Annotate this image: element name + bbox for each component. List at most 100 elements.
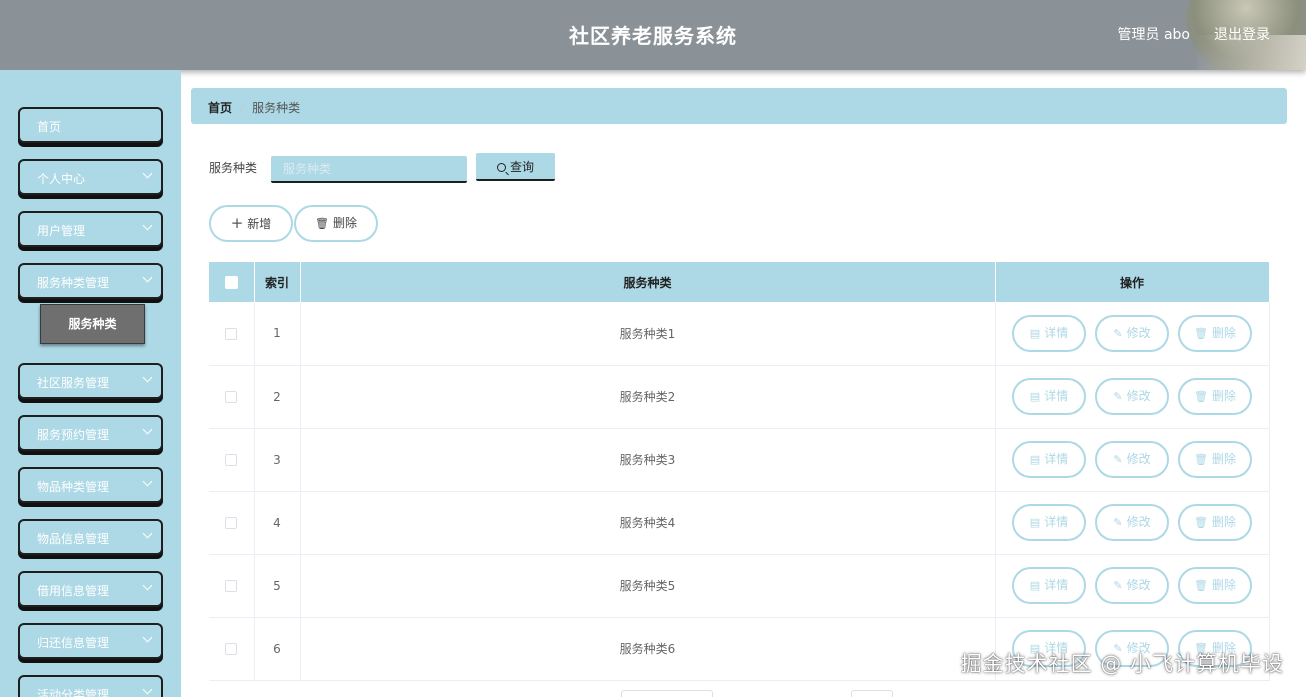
delete-label: 删除 — [1211, 389, 1236, 403]
detail-label: 详情 — [1044, 452, 1069, 466]
add-button[interactable]: + 新增 — [209, 205, 293, 242]
row-select-cell — [209, 617, 255, 681]
pencil-icon: ✎ — [1113, 516, 1123, 529]
sidebar-item-service-booking[interactable]: 服务预约管理 — [18, 415, 163, 451]
breadcrumb: 首页 / 服务种类 — [191, 88, 1287, 124]
breadcrumb-home[interactable]: 首页 — [208, 101, 232, 115]
sidebar-item-label: 借用信息管理 — [37, 584, 110, 598]
chevron-down-icon — [142, 684, 153, 695]
row-checkbox[interactable] — [225, 517, 238, 529]
search-button-label: 查询 — [509, 160, 534, 174]
sidebar-item-label: 用户管理 — [37, 224, 86, 238]
row-checkbox[interactable] — [225, 327, 238, 340]
detail-label: 详情 — [1044, 389, 1069, 403]
detail-button[interactable]: ▤ 详情 — [1012, 441, 1086, 478]
sidebar-subitem-service-type[interactable]: 服务种类 — [40, 304, 145, 344]
sidebar-item-community-service[interactable]: 社区服务管理 — [18, 363, 163, 399]
sidebar-item-borrow-info[interactable]: 借用信息管理 — [18, 571, 163, 607]
delete-row-button[interactable]: 🗑︎ 删除 — [1178, 378, 1252, 415]
row-select-cell — [209, 302, 255, 366]
watermark: 掘金技术社区 @ 小飞计算机毕设 — [960, 652, 1284, 676]
edit-button[interactable]: ✎ 修改 — [1095, 314, 1169, 352]
row-service-type: 服务种类1 — [300, 302, 996, 366]
detail-button[interactable]: ▤ 详情 — [1012, 314, 1086, 352]
select-all-checkbox[interactable] — [224, 276, 238, 289]
delete-row-button[interactable]: 🗑︎ 删除 — [1178, 567, 1252, 604]
add-button-label: 新增 — [247, 217, 272, 231]
row-checkbox[interactable] — [225, 454, 238, 466]
trash-icon: 🗑︎ — [1194, 579, 1208, 592]
row-index: 2 — [254, 365, 301, 429]
edit-label: 修改 — [1126, 515, 1151, 529]
row-select-cell — [209, 428, 255, 492]
detail-label: 详情 — [1044, 325, 1069, 340]
row-select-cell — [209, 365, 255, 429]
plus-icon: + — [230, 214, 244, 232]
table-row: 4 服务种类4 ▤ 详情 ✎ 修改 🗑︎ 删除 — [209, 491, 1270, 555]
chevron-down-icon — [142, 580, 153, 591]
sidebar-item-label: 个人中心 — [37, 172, 86, 186]
trash-icon: 🗑︎ — [1194, 453, 1208, 466]
row-checkbox[interactable] — [225, 580, 238, 592]
row-select-cell — [209, 491, 255, 555]
row-actions: ▤ 详情 ✎ 修改 🗑︎ 删除 — [995, 428, 1270, 492]
document-icon: ▤ — [1029, 579, 1041, 592]
detail-button[interactable]: ▤ 详情 — [1012, 504, 1086, 541]
column-header-actions: 操作 — [995, 262, 1270, 302]
sidebar-item-label: 归还信息管理 — [37, 636, 110, 650]
row-actions: ▤ 详情 ✎ 修改 🗑︎ 删除 — [995, 554, 1270, 618]
detail-label: 详情 — [1044, 578, 1069, 592]
sidebar-item-activity-category[interactable]: 活动分类管理 — [18, 675, 163, 697]
pencil-icon: ✎ — [1113, 390, 1123, 403]
sidebar-item-label: 社区服务管理 — [37, 376, 110, 390]
chevron-down-icon — [142, 220, 153, 231]
row-service-type: 服务种类4 — [300, 491, 996, 555]
delete-row-button[interactable]: 🗑︎ 删除 — [1178, 314, 1252, 352]
search-input[interactable] — [271, 156, 467, 183]
trash-icon: 🗑︎ — [1194, 516, 1208, 529]
logout-link[interactable]: 退出登录 — [1214, 24, 1270, 44]
delete-row-button[interactable]: 🗑︎ 删除 — [1178, 504, 1252, 541]
edit-button[interactable]: ✎ 修改 — [1095, 504, 1169, 541]
table-row: 5 服务种类5 ▤ 详情 ✎ 修改 🗑︎ 删除 — [209, 554, 1270, 618]
page-jump-input[interactable] — [851, 690, 893, 697]
edit-button[interactable]: ✎ 修改 — [1095, 441, 1169, 478]
row-service-type: 服务种类3 — [300, 428, 996, 492]
sidebar-item-home[interactable]: 首页 — [18, 107, 163, 143]
delete-label: 删除 — [1211, 578, 1236, 592]
sidebar-item-item-info[interactable]: 物品信息管理 — [18, 519, 163, 555]
row-select-cell — [209, 554, 255, 618]
column-header-index: 索引 — [254, 262, 301, 302]
data-table: 索引 服务种类 操作 1 服务种类1 ▤ 详情 ✎ 修改 🗑︎ 删除 2 服务种类2 ▤ 详情 ✎ 修改 🗑… — [209, 262, 1270, 681]
edit-button[interactable]: ✎ 修改 — [1095, 567, 1169, 604]
detail-button[interactable]: ▤ 详情 — [1012, 567, 1086, 604]
select-all-cell — [209, 262, 255, 302]
sidebar-item-service-type-management[interactable]: 服务种类管理 — [18, 263, 163, 299]
sidebar-item-item-type[interactable]: 物品种类管理 — [18, 467, 163, 503]
chevron-down-icon — [142, 272, 153, 283]
sidebar-item-return-info[interactable]: 归还信息管理 — [18, 623, 163, 659]
row-checkbox[interactable] — [225, 643, 238, 655]
row-index: 3 — [254, 428, 301, 492]
sidebar-item-label: 服务预约管理 — [37, 428, 110, 442]
sidebar-item-user-management[interactable]: 用户管理 — [18, 211, 163, 247]
detail-button[interactable]: ▤ 详情 — [1012, 378, 1086, 415]
chevron-down-icon — [142, 528, 153, 539]
row-index: 4 — [254, 491, 301, 555]
sidebar-item-label: 物品信息管理 — [37, 532, 110, 546]
edit-label: 修改 — [1126, 452, 1151, 466]
sidebar-item-personal-center[interactable]: 个人中心 — [18, 159, 163, 195]
batch-delete-button[interactable]: 🗑︎ 删除 — [294, 205, 378, 242]
delete-row-button[interactable]: 🗑︎ 删除 — [1178, 441, 1252, 478]
sidebar-item-label: 服务种类管理 — [37, 276, 110, 290]
row-checkbox[interactable] — [225, 391, 238, 403]
document-icon: ▤ — [1029, 516, 1041, 529]
row-index: 1 — [254, 302, 301, 366]
edit-label: 修改 — [1126, 578, 1151, 592]
edit-button[interactable]: ✎ 修改 — [1095, 378, 1169, 415]
search-icon — [496, 163, 506, 172]
row-service-type: 服务种类5 — [300, 554, 996, 618]
page-size-select[interactable] — [621, 690, 713, 697]
search-button[interactable]: 查询 — [476, 153, 555, 181]
user-info: 管理员 abo — [1117, 27, 1190, 43]
